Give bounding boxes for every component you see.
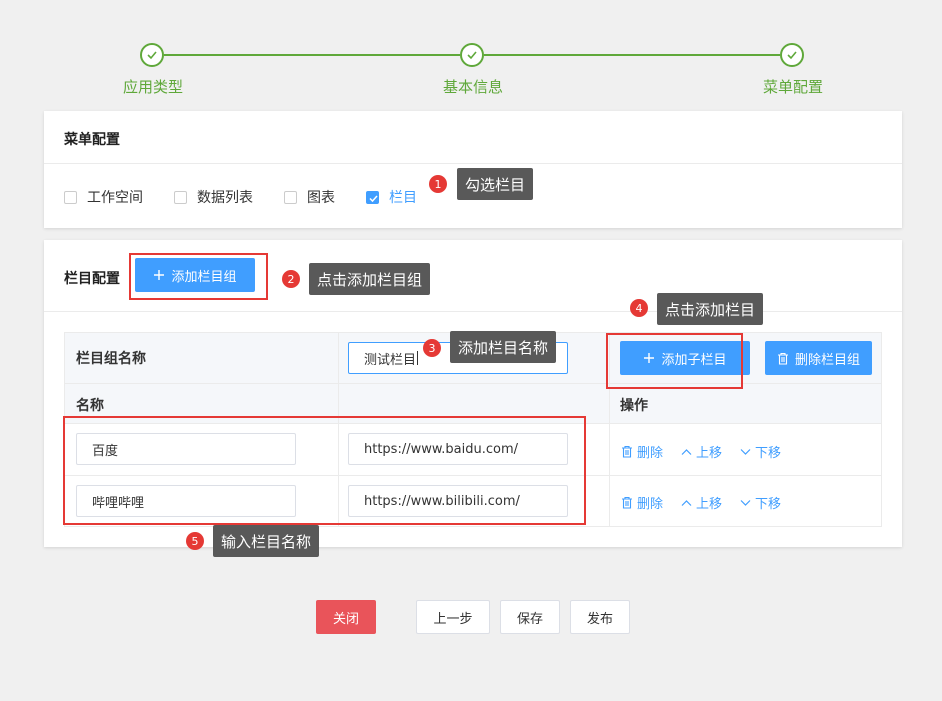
column-config-title: 栏目配置 [64, 271, 120, 287]
step-badge: 5 [186, 532, 204, 550]
close-button[interactable]: 关闭 [316, 600, 376, 634]
step-label: 应用类型 [122, 78, 183, 96]
highlight-add-group [129, 253, 268, 300]
step-connector [164, 54, 460, 56]
checkbox-icon[interactable] [284, 190, 297, 204]
trash-icon [621, 445, 633, 458]
step-label: 基本信息 [442, 78, 503, 96]
row-move-down-link[interactable]: 下移 [740, 493, 781, 512]
step-label: 菜单配置 [762, 78, 823, 96]
row-delete-link[interactable]: 删除 [621, 493, 663, 512]
prev-step-button[interactable]: 上一步 [416, 600, 490, 634]
checkbox-chart[interactable]: 图表 [284, 187, 335, 207]
checkbox-data-list[interactable]: 数据列表 [174, 187, 253, 207]
step-progress: 应用类型 基本信息 菜单配置 [0, 0, 942, 110]
step-badge: 1 [429, 175, 447, 193]
action-header: 操作 [620, 398, 648, 414]
delete-column-group-button[interactable]: 删除栏目组 [765, 341, 872, 375]
menu-config-title: 菜单配置 [64, 132, 120, 148]
step-badge: 3 [423, 339, 441, 357]
step-badge: 2 [282, 270, 300, 288]
divider [44, 311, 902, 312]
row-move-up-link[interactable]: 上移 [681, 442, 722, 461]
save-button[interactable]: 保存 [500, 600, 560, 634]
step-connector [484, 54, 780, 56]
group-name-header: 栏目组名称 [76, 351, 146, 367]
checkbox-checked-icon[interactable] [366, 190, 379, 204]
tooltip: 点击添加栏目 [657, 293, 764, 325]
chevron-up-icon [681, 499, 692, 507]
row-move-down-link[interactable]: 下移 [740, 442, 781, 461]
step-check-icon [460, 43, 484, 67]
highlight-rows [63, 416, 586, 525]
divider [44, 163, 902, 164]
name-header: 名称 [76, 398, 104, 414]
publish-button[interactable]: 发布 [570, 600, 630, 634]
row-move-up-link[interactable]: 上移 [681, 493, 722, 512]
tooltip: 点击添加栏目组 [309, 263, 431, 295]
checkbox-column[interactable]: 栏目 [366, 187, 417, 207]
chevron-down-icon [740, 448, 751, 456]
step-badge: 4 [630, 299, 648, 317]
step-check-icon [140, 43, 164, 67]
highlight-add-sub [606, 333, 743, 389]
step-check-icon [780, 43, 804, 67]
tooltip: 勾选栏目 [457, 168, 534, 200]
checkbox-icon[interactable] [174, 190, 187, 204]
checkbox-icon[interactable] [64, 190, 77, 204]
text-cursor [417, 351, 419, 365]
chevron-up-icon [681, 448, 692, 456]
row-delete-link[interactable]: 删除 [621, 442, 663, 461]
tooltip: 添加栏目名称 [450, 331, 557, 363]
trash-icon [621, 496, 633, 509]
checkbox-workspace[interactable]: 工作空间 [64, 187, 143, 207]
trash-icon [777, 352, 789, 365]
chevron-down-icon [740, 499, 751, 507]
tooltip: 输入栏目名称 [213, 525, 320, 557]
